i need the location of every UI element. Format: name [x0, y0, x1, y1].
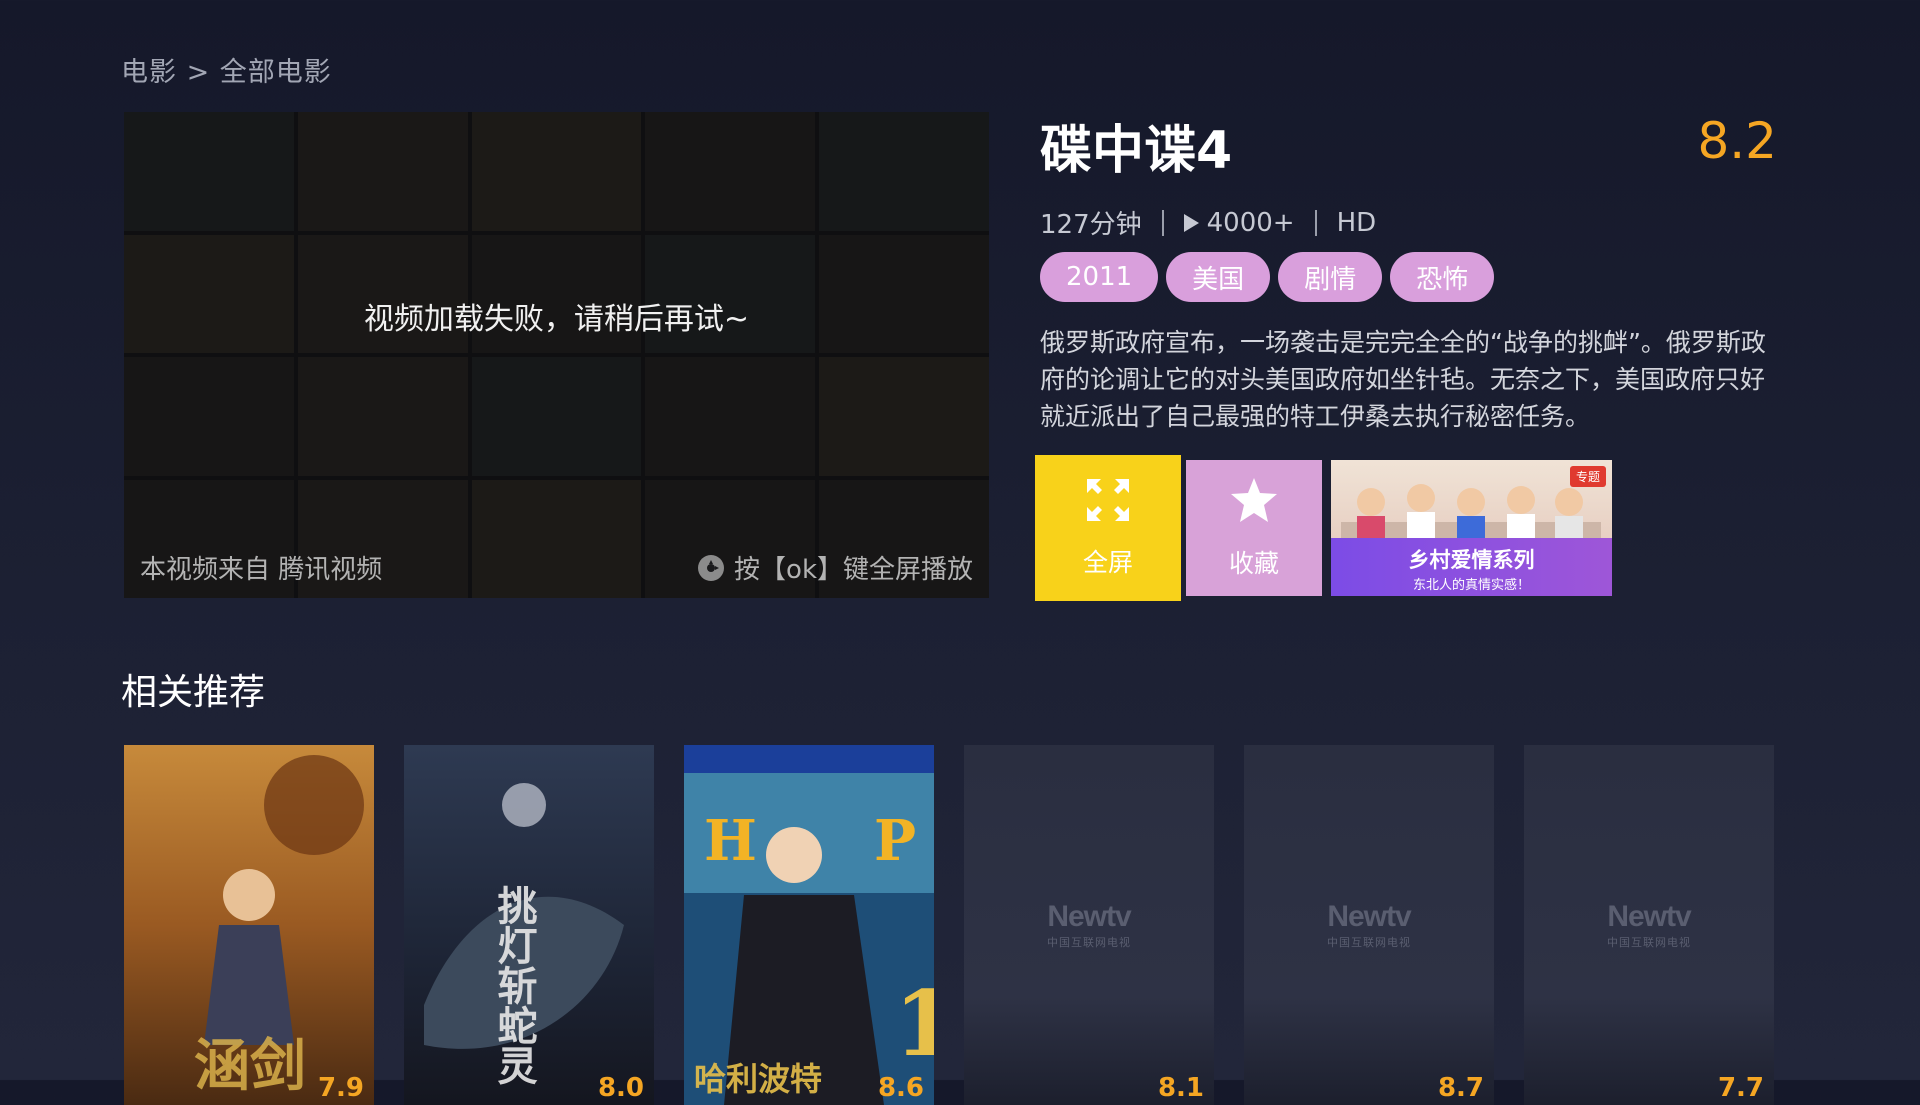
favorite-label: 收藏 [1228, 549, 1279, 578]
svg-text:1: 1 [894, 971, 934, 1077]
player-fullscreen-hint: 按【ok】键全屏播放 [698, 549, 973, 586]
promo-title: 乡村爱情系列 [1408, 548, 1535, 572]
recommend-card[interactable]: Newtv 中国互联网电视 8.1 [964, 745, 1214, 1105]
tag-year: 2011 [1040, 252, 1159, 302]
video-player[interactable]: 视频加载失败，请稍后再试~ 本视频来自 腾讯视频 按【ok】键全屏播放 [124, 112, 989, 598]
recommend-card[interactable]: H P 1 哈利波特 8.6 [684, 745, 934, 1105]
movie-title: 碟中谍4 [1040, 121, 1233, 181]
promo-subtitle: 东北人的真情实感！ [1412, 578, 1530, 593]
card-score: 8.7 [1437, 1073, 1484, 1103]
movie-rating: 8.2 [1697, 112, 1777, 170]
newtv-logo-icon: Newtv 中国互联网电视 [1327, 900, 1412, 949]
remote-ok-icon [698, 554, 725, 581]
fullscreen-button[interactable]: 全屏 [1035, 455, 1181, 601]
recommend-card[interactable]: 挑灯斩蛇灵 8.0 [404, 745, 654, 1105]
svg-text:涵剑: 涵剑 [194, 1033, 306, 1099]
movie-quality: HD [1336, 207, 1377, 238]
fullscreen-label: 全屏 [1082, 548, 1133, 577]
meta-divider [1161, 209, 1164, 236]
recommend-row: 涵剑 7.9 挑灯斩蛇灵 8.0 H P 1 哈利波特 8.6 Newtv 中国… [124, 745, 1774, 1105]
tag-genre: 剧情 [1278, 252, 1383, 302]
svg-text:H: H [704, 808, 757, 874]
recommend-card[interactable]: 涵剑 7.9 [124, 745, 374, 1105]
movie-poster-image: 涵剑 [124, 745, 374, 1105]
fullscreen-icon [1085, 477, 1131, 529]
tag-region: 美国 [1166, 252, 1271, 302]
play-count-icon [1183, 213, 1199, 232]
card-score: 7.9 [317, 1073, 364, 1103]
svg-text:挑灯斩蛇灵: 挑灯斩蛇灵 [491, 885, 538, 1085]
movie-meta: 127分钟 4000+ HD [1040, 204, 1376, 241]
player-hint-text: 按【ok】键全屏播放 [734, 555, 973, 585]
breadcrumb: 电影 > 全部电影 [121, 57, 332, 88]
player-error-message: 视频加载失败，请稍后再试~ [363, 302, 750, 337]
recommend-card[interactable]: Newtv 中国互联网电视 7.7 [1524, 745, 1774, 1105]
card-score: 8.0 [597, 1073, 644, 1103]
movie-description: 俄罗斯政府宣布，一场袭击是完完全全的“战争的挑衅”。俄罗斯政府的论调让它的对头美… [1040, 328, 1766, 431]
star-icon [1229, 476, 1279, 530]
recommend-section-title: 相关推荐 [121, 672, 266, 713]
promo-banner-xiangcun-aiqing[interactable]: 专题 乡村爱情系列 东北人的真情实感！ [1331, 460, 1612, 596]
card-score: 7.7 [1717, 1073, 1764, 1103]
tag-genre-2: 恐怖 [1390, 252, 1495, 302]
meta-divider [1314, 209, 1317, 236]
recommend-card[interactable]: Newtv 中国互联网电视 8.7 [1244, 745, 1494, 1105]
movie-play-count: 4000+ [1206, 207, 1295, 238]
newtv-logo-icon: Newtv 中国互联网电视 [1047, 900, 1132, 949]
player-source-text: 本视频来自 腾讯视频 [140, 555, 383, 585]
card-score: 8.6 [877, 1073, 924, 1103]
svg-text:哈利波特: 哈利波特 [694, 1060, 822, 1098]
movie-poster-image: H P 1 哈利波特 [684, 745, 934, 1105]
movie-poster-image: 挑灯斩蛇灵 [404, 745, 654, 1105]
movie-tags: 2011 美国 剧情 恐怖 [1040, 252, 1495, 302]
svg-text:P: P [874, 808, 916, 874]
movie-duration: 127分钟 [1040, 210, 1142, 240]
card-score: 8.1 [1157, 1073, 1204, 1103]
newtv-logo-icon: Newtv 中国互联网电视 [1607, 900, 1692, 949]
promo-badge: 专题 [1569, 466, 1606, 487]
favorite-button[interactable]: 收藏 [1186, 460, 1322, 596]
